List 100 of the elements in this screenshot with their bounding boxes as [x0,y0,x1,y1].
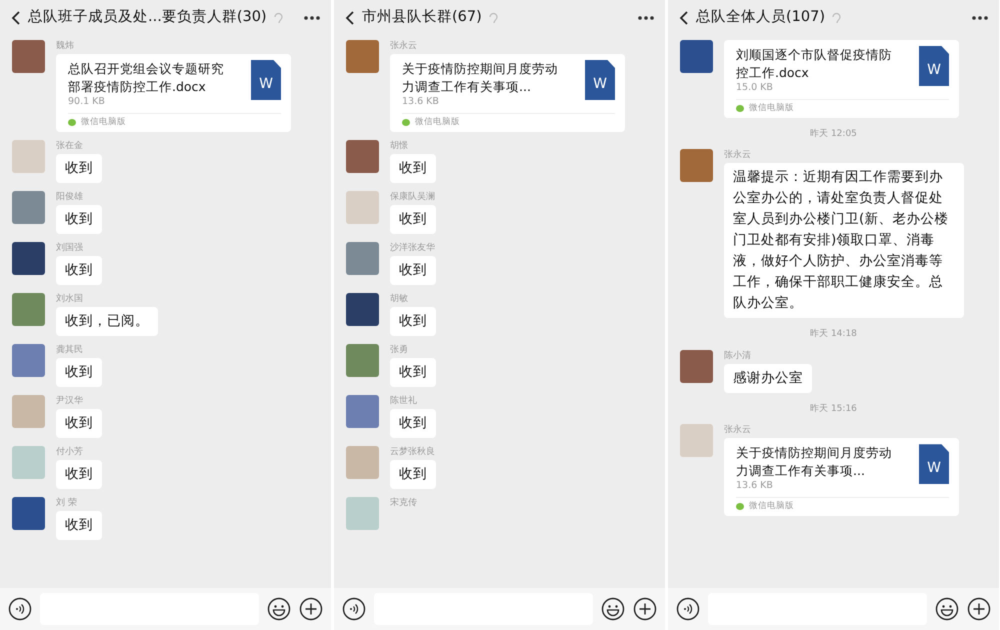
sender-name: 张在金 [56,140,84,152]
avatar-photo [12,140,45,173]
message-bubble: 收到 [56,204,102,234]
sender-name: 龚其民 [56,344,84,356]
avatar-photo [346,292,379,326]
chat-title: 市州县队长群(67) [362,8,482,28]
word-file-icon: W [919,46,949,86]
plus-icon[interactable] [967,597,991,621]
file-size: 15.0 KB [736,82,774,94]
chat-title: 总队全体人员(107) [696,8,825,28]
plus-icon[interactable] [633,597,657,621]
sender-name: 张永云 [724,424,752,436]
timestamp: 昨天 15:16 [809,402,858,416]
avatar-photo [12,242,45,275]
file-name: 总队召开党组会议专题研究部署疫情防控工作.docx [68,60,225,96]
sender-name: 张勇 [390,344,409,356]
avatar-photo [12,292,45,326]
source-label: 微信电脑版 [415,116,460,129]
sender-name: 张永云 [390,40,418,52]
sender-name: 胡敏 [390,292,409,305]
source-label: 微信电脑版 [81,116,126,129]
app-icon [402,118,410,126]
back-icon[interactable] [344,10,356,26]
sender-name: 张永云 [724,149,752,162]
sender-name: 云梦张秋良 [390,446,436,458]
message-bubble: 收到 [390,460,436,489]
file-size: 90.1 KB [68,96,106,108]
message-bubble: 收到 [56,510,102,540]
sender-name: 刘水国 [56,292,84,305]
sender-name: 付小芳 [56,446,84,458]
avatar-photo [346,496,379,530]
word-file-icon: W [251,60,281,100]
voice-icon[interactable] [676,597,700,621]
avatar-photo [346,140,379,173]
voice-icon[interactable] [342,597,366,621]
avatar-photo [346,446,379,479]
word-file-icon: W [919,444,949,484]
file-card[interactable]: 关于疫情防控期间月度劳动力调查工作有关事项... 13.6 KB W 微信电脑版 [390,54,625,132]
sender-name: 胡憬 [390,140,409,152]
message-bubble: 感谢办公室 [724,364,812,393]
message-bubble: 收到 [56,460,102,489]
sender-name: 阳俊雄 [56,190,84,203]
more-icon[interactable] [637,15,655,21]
avatar-photo [680,149,713,182]
message-bubble: 收到 [56,408,102,438]
sender-name: 宋克传 [390,496,417,509]
message-bubble: 收到 [390,154,436,183]
file-size: 13.6 KB [402,96,440,108]
sender-name: 陈世礼 [390,394,418,407]
app-icon [68,118,76,126]
avatar-photo [346,242,379,275]
emoji-icon[interactable] [267,597,291,621]
sender-name: 陈小清 [724,350,752,362]
sender-name: 保康队吴澜 [390,190,436,203]
avatar-photo [12,446,45,479]
file-card[interactable]: 刘顺国逐个市队督促疫情防控工作.docx 15.0 KB W 微信电脑版 [724,40,959,118]
sender-name: 刘 荣 [56,496,78,509]
file-card[interactable]: 总队召开党组会议专题研究部署疫情防控工作.docx 90.1 KB W 微信电脑版 [56,54,291,132]
sender-name: 尹汉华 [56,394,84,407]
avatar-photo [680,424,713,458]
message-bubble: 收到 [390,358,436,387]
message-bubble: 收到 [56,358,102,387]
message-bubble: 温馨提示：近期有因工作需要到办公室办公的，请处室负责人督促处室人员到办公楼门卫(新、老办公楼门卫处都有安排)领取口罩、消毒液，做好个人防护、办公室消毒等工作，确保干部职工健康安全。总队办公室。 [724,163,964,318]
source-label: 微信电脑版 [749,500,794,513]
timestamp: 昨天 12:05 [809,128,858,141]
source-label: 微信电脑版 [749,102,794,115]
message-bubble: 收到 [390,408,436,438]
emoji-icon[interactable] [935,597,959,621]
avatar-photo [346,344,379,377]
back-icon[interactable] [678,10,690,26]
file-name: 关于疫情防控期间月度劳动力调查工作有关事项... [402,60,559,96]
avatar-photo [12,344,45,377]
emoji-icon[interactable] [601,597,625,621]
avatar-photo [346,190,379,224]
avatar-photo [12,394,45,428]
voice-icon[interactable] [8,597,32,621]
back-icon[interactable] [10,10,22,26]
timestamp: 昨天 14:18 [809,328,858,342]
sender-name: 沙洋张友华 [390,242,436,254]
message-bubble: 收到 [390,256,436,285]
file-name: 刘顺国逐个市队督促疫情防控工作.docx [736,46,893,82]
plus-icon[interactable] [299,597,323,621]
more-icon[interactable] [303,15,321,21]
avatar-photo [12,40,45,73]
message-bubble: 收到，已阅。 [56,306,158,336]
app-icon [736,503,744,510]
file-size: 13.6 KB [736,480,774,492]
file-name: 关于疫情防控期间月度劳动力调查工作有关事项... [736,444,893,480]
avatar-photo [12,190,45,224]
avatar-photo [12,496,45,530]
sender-name: 刘国强 [56,242,84,254]
avatar-photo [680,40,713,73]
file-card[interactable]: 关于疫情防控期间月度劳动力调查工作有关事项... 13.6 KB W 微信电脑版 [724,438,959,516]
chat-title: 总队班子成员及处...要负责人群(30) [28,8,267,28]
more-icon[interactable] [971,15,989,21]
app-icon [736,104,744,112]
message-bubble: 收到 [390,306,436,336]
avatar-photo [346,40,379,73]
message-bubble: 收到 [56,154,102,183]
sender-name: 魏炜 [56,40,75,52]
